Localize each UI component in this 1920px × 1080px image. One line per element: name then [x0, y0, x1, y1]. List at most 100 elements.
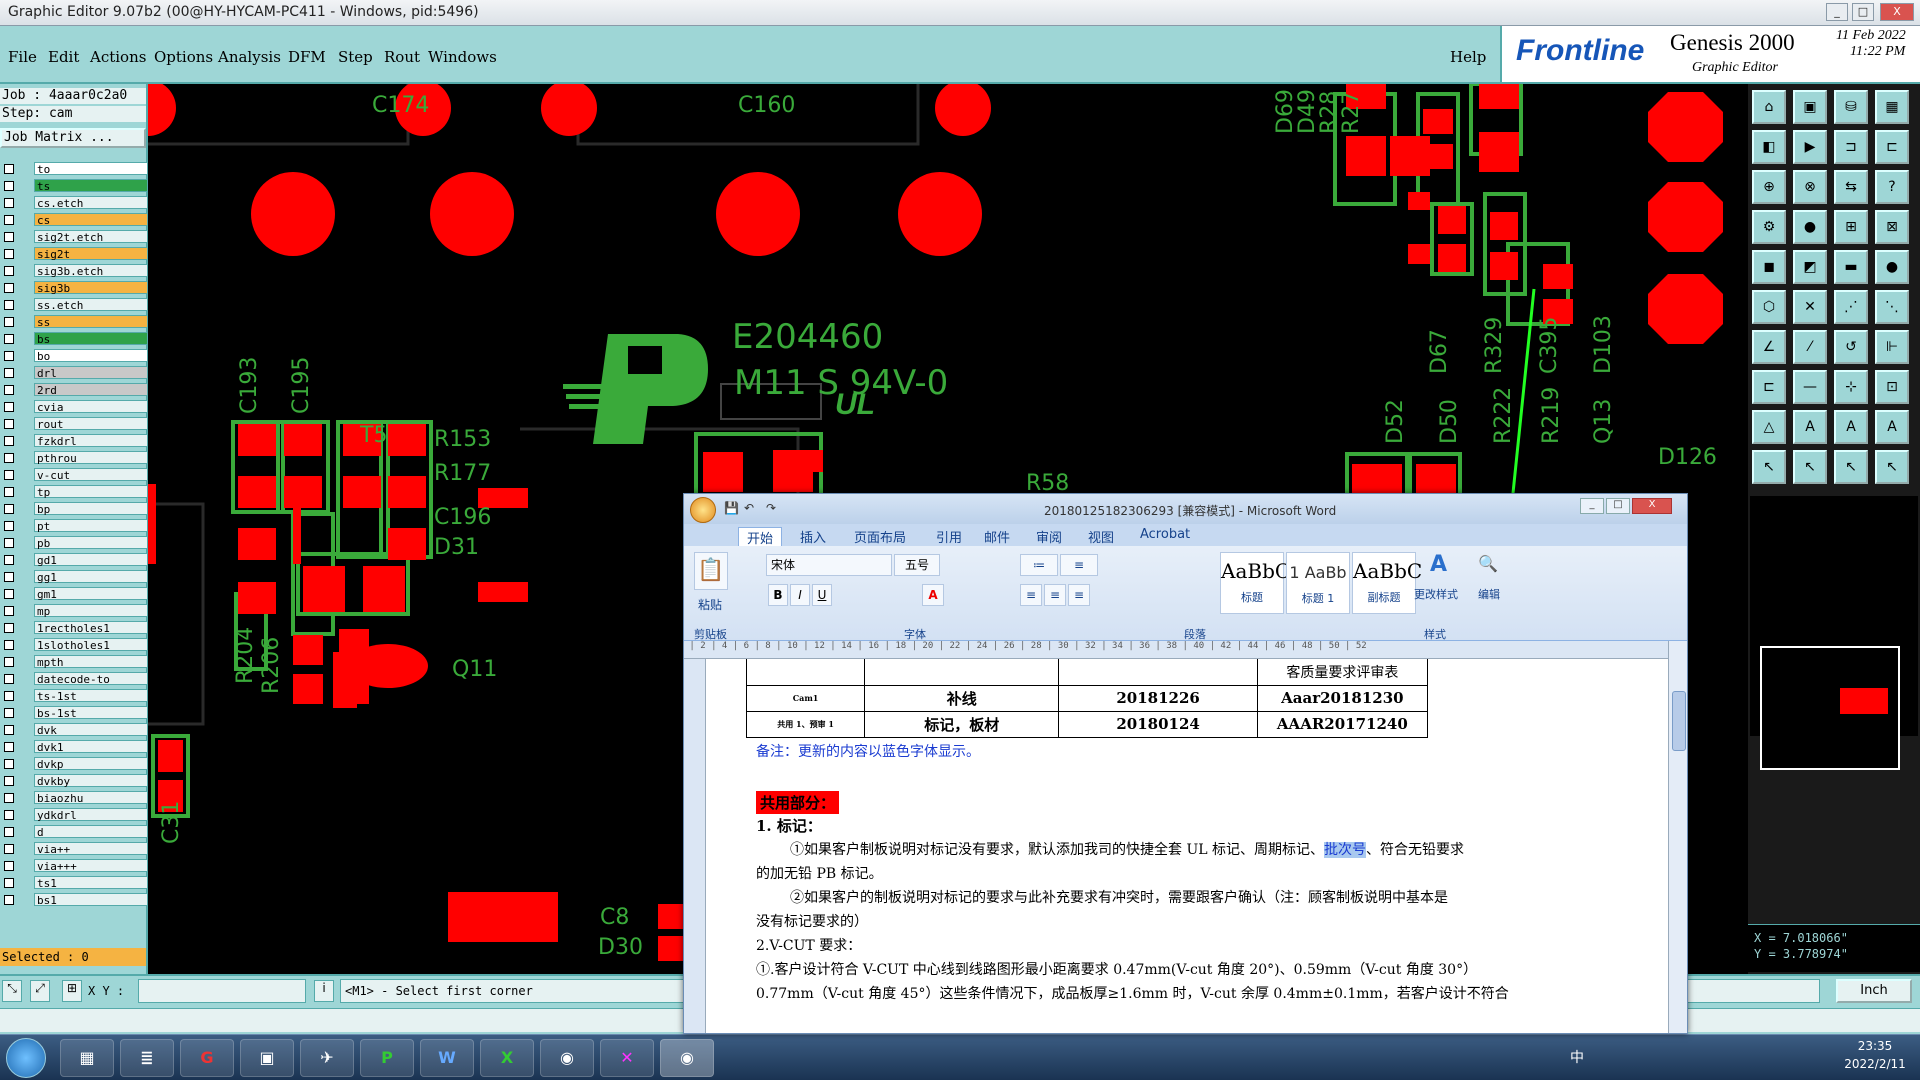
- layer-checkbox[interactable]: [4, 589, 14, 599]
- tool-button-icon[interactable]: ⊩: [1875, 330, 1909, 364]
- layer-name[interactable]: mp: [34, 604, 148, 618]
- tool-button-icon[interactable]: ◼: [1752, 250, 1786, 284]
- layer-name[interactable]: biaozhu: [34, 791, 148, 805]
- layer-checkbox[interactable]: [4, 674, 14, 684]
- ime-indicator[interactable]: 中: [1570, 1047, 1584, 1067]
- layer-checkbox[interactable]: [4, 283, 14, 293]
- layer-name[interactable]: 2rd: [34, 383, 148, 397]
- layer-row[interactable]: d: [2, 825, 148, 839]
- tab-page-layout[interactable]: 页面布局: [854, 527, 906, 546]
- tab-review[interactable]: 审阅: [1036, 527, 1062, 546]
- layer-checkbox[interactable]: [4, 895, 14, 905]
- align-right-button[interactable]: ≡: [1068, 584, 1090, 606]
- layer-name[interactable]: dvk: [34, 723, 148, 737]
- layer-name[interactable]: pthrou: [34, 451, 148, 465]
- layer-name[interactable]: via++: [34, 842, 148, 856]
- layer-checkbox[interactable]: [4, 266, 14, 276]
- change-styles-icon[interactable]: A: [1430, 552, 1447, 577]
- layer-checkbox[interactable]: [4, 164, 14, 174]
- layer-checkbox[interactable]: [4, 793, 14, 803]
- layer-checkbox[interactable]: [4, 861, 14, 871]
- units-button[interactable]: Inch: [1836, 979, 1912, 1003]
- genesis-task-icon[interactable]: P: [360, 1039, 414, 1077]
- layer-checkbox[interactable]: [4, 878, 14, 888]
- layer-checkbox[interactable]: [4, 351, 14, 361]
- layer-checkbox[interactable]: [4, 623, 14, 633]
- tool-button-icon[interactable]: ✕: [1793, 290, 1827, 324]
- layer-row[interactable]: sig2t: [2, 247, 148, 261]
- layer-row[interactable]: drl: [2, 366, 148, 380]
- layer-checkbox[interactable]: [4, 606, 14, 616]
- layer-name[interactable]: sig3b.etch: [34, 264, 148, 278]
- eye-task-icon[interactable]: ◉: [540, 1039, 594, 1077]
- style-title[interactable]: AaBbC( 标题: [1220, 552, 1298, 614]
- menu-step[interactable]: Step: [338, 48, 373, 66]
- layer-row[interactable]: pthrou: [2, 451, 148, 465]
- messenger-task-icon[interactable]: ✈: [300, 1039, 354, 1077]
- layer-checkbox[interactable]: [4, 504, 14, 514]
- tool-button-icon[interactable]: ↖: [1793, 450, 1827, 484]
- layer-name[interactable]: ts: [34, 179, 148, 193]
- layer-row[interactable]: sig3b: [2, 281, 148, 295]
- layer-name[interactable]: ts-1st: [34, 689, 148, 703]
- layer-checkbox[interactable]: [4, 521, 14, 531]
- layer-name[interactable]: pt: [34, 519, 148, 533]
- italic-button[interactable]: I: [790, 584, 810, 606]
- layer-checkbox[interactable]: [4, 402, 14, 412]
- tool-button-icon[interactable]: ●: [1793, 210, 1827, 244]
- start-button[interactable]: [6, 1038, 46, 1078]
- layer-checkbox[interactable]: [4, 334, 14, 344]
- close-button[interactable]: X: [1880, 3, 1914, 21]
- layer-row[interactable]: bs1: [2, 893, 148, 907]
- layer-name[interactable]: bo: [34, 349, 148, 363]
- minimize-button[interactable]: _: [1826, 3, 1848, 21]
- tool-button-icon[interactable]: ⊹: [1834, 370, 1868, 404]
- layer-name[interactable]: gm1: [34, 587, 148, 601]
- font-name-select[interactable]: 宋体: [766, 554, 892, 576]
- layer-name[interactable]: sig3b: [34, 281, 148, 295]
- layer-row[interactable]: gd1: [2, 553, 148, 567]
- layer-row[interactable]: mpth: [2, 655, 148, 669]
- layer-name[interactable]: ydkdrl: [34, 808, 148, 822]
- bullets-button[interactable]: ≔: [1020, 554, 1058, 576]
- layer-row[interactable]: bo: [2, 349, 148, 363]
- tool-button-icon[interactable]: ⛁: [1834, 90, 1868, 124]
- info-icon[interactable]: i: [314, 980, 334, 1002]
- menu-dfm[interactable]: DFM: [288, 48, 326, 66]
- tab-view[interactable]: 视图: [1088, 527, 1114, 546]
- layer-checkbox[interactable]: [4, 300, 14, 310]
- layer-name[interactable]: tp: [34, 485, 148, 499]
- tool-button-icon[interactable]: ⊗: [1793, 170, 1827, 204]
- layer-checkbox[interactable]: [4, 181, 14, 191]
- layer-row[interactable]: gg1: [2, 570, 148, 584]
- save-task-icon[interactable]: ▣: [240, 1039, 294, 1077]
- document-page[interactable]: 客质量要求评审表 Cam1 补线 20181226 Aaar20181230 共…: [706, 659, 1668, 1033]
- layer-name[interactable]: 1slotholes1: [34, 638, 148, 652]
- layer-checkbox[interactable]: [4, 470, 14, 480]
- explorer-task-icon[interactable]: ▦: [60, 1039, 114, 1077]
- layer-name[interactable]: bs1: [34, 893, 148, 907]
- layer-row[interactable]: to: [2, 162, 148, 176]
- layer-checkbox[interactable]: [4, 827, 14, 837]
- menu-help[interactable]: Help: [1450, 48, 1486, 66]
- tool-button-icon[interactable]: ?: [1875, 170, 1909, 204]
- horizontal-ruler[interactable]: │ 2 │ 4 │ 6 │ 8 │ 10 │ 12 │ 14 │ 16 │ 18…: [684, 641, 1687, 659]
- word-close-button[interactable]: X: [1632, 498, 1672, 514]
- measure-icon[interactable]: ⤢: [30, 980, 50, 1002]
- tool-button-icon[interactable]: ⇆: [1834, 170, 1868, 204]
- layer-row[interactable]: cs: [2, 213, 148, 227]
- zoom-icon[interactable]: ⤡: [2, 980, 22, 1002]
- layer-row[interactable]: cs.etch: [2, 196, 148, 210]
- tool-button-icon[interactable]: ∠: [1752, 330, 1786, 364]
- tool-button-icon[interactable]: △: [1752, 410, 1786, 444]
- tool-button-icon[interactable]: ⊕: [1752, 170, 1786, 204]
- menu-actions[interactable]: Actions: [90, 48, 146, 66]
- undo-icon[interactable]: ↶: [744, 501, 754, 515]
- menu-edit[interactable]: Edit: [48, 48, 79, 66]
- layer-name[interactable]: mpth: [34, 655, 148, 669]
- font-size-select[interactable]: 五号: [894, 554, 940, 576]
- layer-row[interactable]: 1rectholes1: [2, 621, 148, 635]
- layer-row[interactable]: biaozhu: [2, 791, 148, 805]
- tool-button-icon[interactable]: ↖: [1875, 450, 1909, 484]
- layer-name[interactable]: cs: [34, 213, 148, 227]
